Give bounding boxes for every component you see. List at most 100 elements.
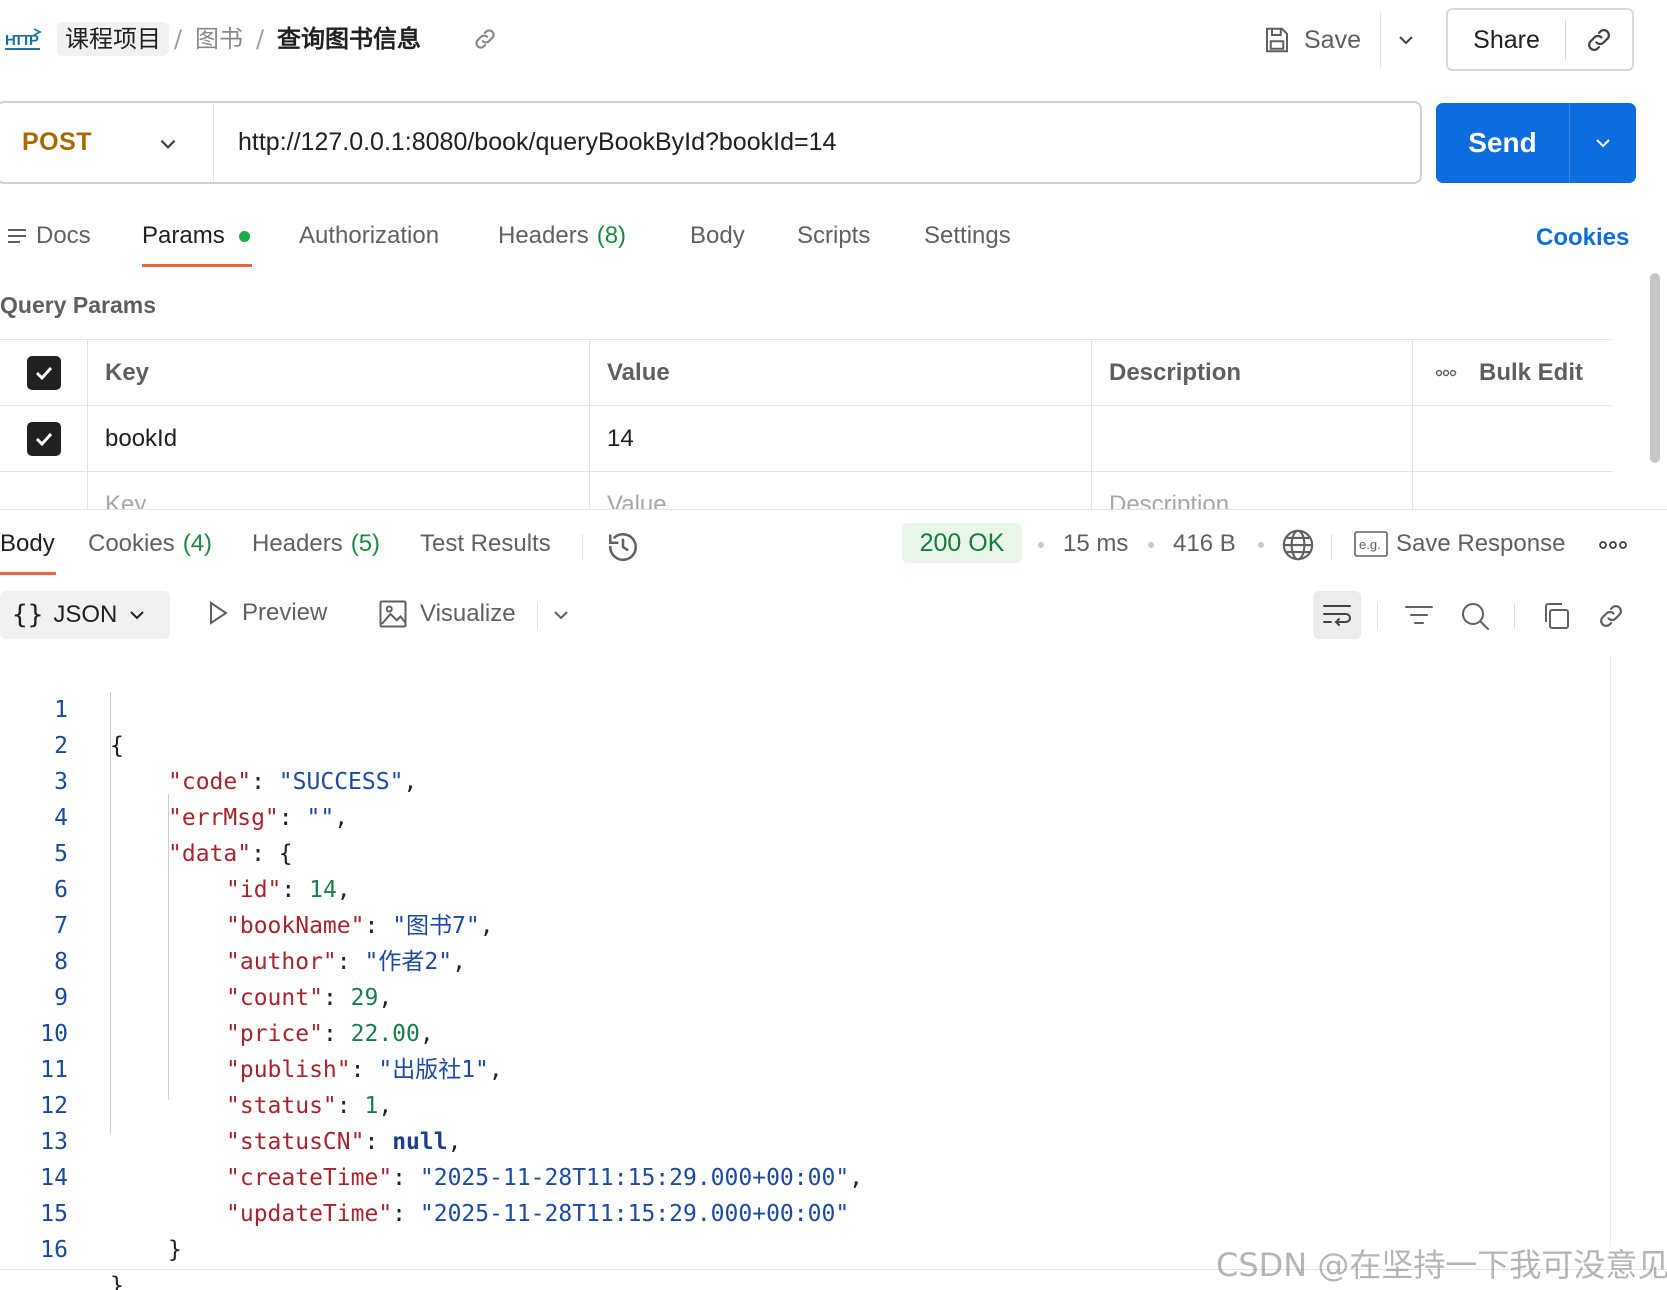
wrap-icon xyxy=(1323,605,1351,626)
select-all-checkbox-cell xyxy=(0,340,88,406)
save-icon xyxy=(1266,27,1288,53)
code-line: 6 "bookName": "图书7", xyxy=(0,836,1600,939)
response-tab-body-label: Body xyxy=(0,530,55,557)
url-input[interactable] xyxy=(214,103,1420,182)
tab-settings[interactable]: Settings xyxy=(924,222,1011,250)
code-line: 14 "updateTime": "2025-11-28T11:15:29.00… xyxy=(0,1124,1600,1227)
breadcrumb-separator: / xyxy=(256,25,265,53)
code-line: 15 } xyxy=(0,1160,1600,1263)
pane-divider[interactable] xyxy=(0,509,1667,510)
chevron-down-icon xyxy=(1596,139,1610,148)
query-params-table: Key Value Description Bulk Edit bookId 1… xyxy=(0,339,1613,509)
visualize-label: Visualize xyxy=(420,600,516,627)
column-header-key: Key xyxy=(88,340,590,406)
table-row-new: Key Value Description xyxy=(0,472,1613,509)
method-select[interactable]: POST xyxy=(0,103,214,182)
response-tab-cookies-label: Cookies xyxy=(88,530,175,557)
filter-icon[interactable] xyxy=(1404,601,1434,631)
save-response-button[interactable]: e.g. Save Response xyxy=(1354,530,1565,558)
cookies-link[interactable]: Cookies xyxy=(1536,224,1629,252)
new-value-input[interactable]: Value xyxy=(590,472,1092,509)
response-tab-test-results[interactable]: Test Results xyxy=(420,530,551,558)
column-header-description: Description xyxy=(1092,340,1413,406)
share-button[interactable]: Share xyxy=(1448,19,1566,60)
column-header-value: Value xyxy=(590,340,1092,406)
breadcrumb-collection[interactable]: 课程项目 xyxy=(57,22,169,56)
wrap-lines-button[interactable] xyxy=(1313,591,1361,639)
bulk-edit-button[interactable]: Bulk Edit xyxy=(1479,359,1583,387)
active-tab-underline xyxy=(142,264,252,267)
request-pane-scrollbar[interactable] xyxy=(1650,273,1660,463)
response-tab-headers[interactable]: Headers (5) xyxy=(252,530,380,558)
code-line: 16 } xyxy=(0,1196,1600,1290)
divider xyxy=(1514,603,1515,629)
format-label: JSON xyxy=(53,601,118,628)
tab-params-label: Params xyxy=(142,222,225,249)
tab-authorization[interactable]: Authorization xyxy=(299,222,439,250)
param-key-cell[interactable]: bookId xyxy=(88,406,590,472)
response-tab-headers-count: (5) xyxy=(350,530,381,557)
response-tab-cookies[interactable]: Cookies (4) xyxy=(88,530,212,558)
new-key-input[interactable]: Key xyxy=(88,472,590,509)
bulk-edit-cell: Bulk Edit xyxy=(1413,340,1613,406)
svg-text:e.g.: e.g. xyxy=(1359,537,1381,552)
breadcrumb-folder[interactable]: 图书 xyxy=(195,22,243,56)
send-button[interactable]: Send xyxy=(1436,103,1570,183)
copy-link-button[interactable] xyxy=(1566,25,1632,55)
copy-icon[interactable] xyxy=(1541,601,1571,631)
request-title[interactable]: 查询图书信息 xyxy=(277,22,421,56)
code-line: 12 "statusCN": null, xyxy=(0,1052,1600,1155)
search-icon[interactable] xyxy=(1460,601,1490,631)
more-options-icon[interactable] xyxy=(1435,369,1457,377)
response-body-editor[interactable]: 1 { 2 "code": "SUCCESS", 3 "errMsg": "",… xyxy=(0,656,1620,1290)
tab-docs[interactable]: Docs xyxy=(6,222,91,250)
preview-button[interactable]: Preview xyxy=(206,599,327,627)
code-line: 9 "price": 22.00, xyxy=(0,944,1600,1047)
save-options-dropdown[interactable] xyxy=(1380,12,1430,68)
code-line: 1 { xyxy=(0,656,1600,759)
globe-icon[interactable] xyxy=(1281,528,1315,562)
http-request-icon: HTTP xyxy=(5,28,42,50)
history-icon[interactable] xyxy=(606,530,640,564)
tab-body[interactable]: Body xyxy=(690,222,745,250)
format-select[interactable]: {} JSON xyxy=(0,591,170,639)
save-button[interactable]: Save xyxy=(1262,20,1361,60)
params-active-indicator xyxy=(238,230,250,242)
param-value-cell[interactable]: 14 xyxy=(590,406,1092,472)
method-label: POST xyxy=(22,128,93,156)
link-icon[interactable] xyxy=(1596,601,1626,631)
line-content: } xyxy=(168,1237,182,1263)
response-tab-cookies-count: (4) xyxy=(182,530,213,557)
code-line: 7 "author": "作者2", xyxy=(0,872,1600,975)
chevron-down-icon[interactable] xyxy=(551,605,571,625)
response-time[interactable]: 15 ms xyxy=(1063,530,1128,558)
request-url-bar: POST xyxy=(0,101,1422,184)
query-params-title: Query Params xyxy=(0,292,156,318)
checkmark-icon xyxy=(35,432,52,447)
tab-headers-count: (8) xyxy=(596,222,627,249)
table-row: bookId 14 xyxy=(0,406,1613,472)
response-tab-body[interactable]: Body xyxy=(0,530,55,558)
tab-params[interactable]: Params xyxy=(142,222,250,250)
save-label: Save xyxy=(1304,25,1361,54)
param-description-cell[interactable] xyxy=(1092,406,1413,472)
code-line: 13 "createTime": "2025-11-28T11:15:29.00… xyxy=(0,1088,1600,1191)
share-button-group: Share xyxy=(1446,8,1634,71)
tab-scripts[interactable]: Scripts xyxy=(797,222,870,250)
select-all-checkbox[interactable] xyxy=(26,356,61,390)
new-description-input[interactable]: Description xyxy=(1092,472,1413,509)
link-icon[interactable] xyxy=(472,26,498,52)
chevron-down-icon xyxy=(160,139,176,149)
divider xyxy=(1377,603,1378,629)
editor-scroll-track[interactable] xyxy=(1610,656,1611,1246)
send-options-dropdown[interactable] xyxy=(1570,133,1636,153)
more-options-icon[interactable] xyxy=(1598,540,1628,550)
row-actions-cell xyxy=(1413,472,1613,509)
row-checkbox[interactable] xyxy=(26,422,61,456)
status-badge[interactable]: 200 OK xyxy=(902,523,1022,563)
response-size[interactable]: 416 B xyxy=(1173,530,1236,558)
row-actions-cell xyxy=(1413,406,1613,472)
chevron-down-icon xyxy=(1398,36,1413,45)
visualize-button[interactable]: Visualize xyxy=(378,599,516,629)
tab-headers[interactable]: Headers (8) xyxy=(498,222,626,250)
